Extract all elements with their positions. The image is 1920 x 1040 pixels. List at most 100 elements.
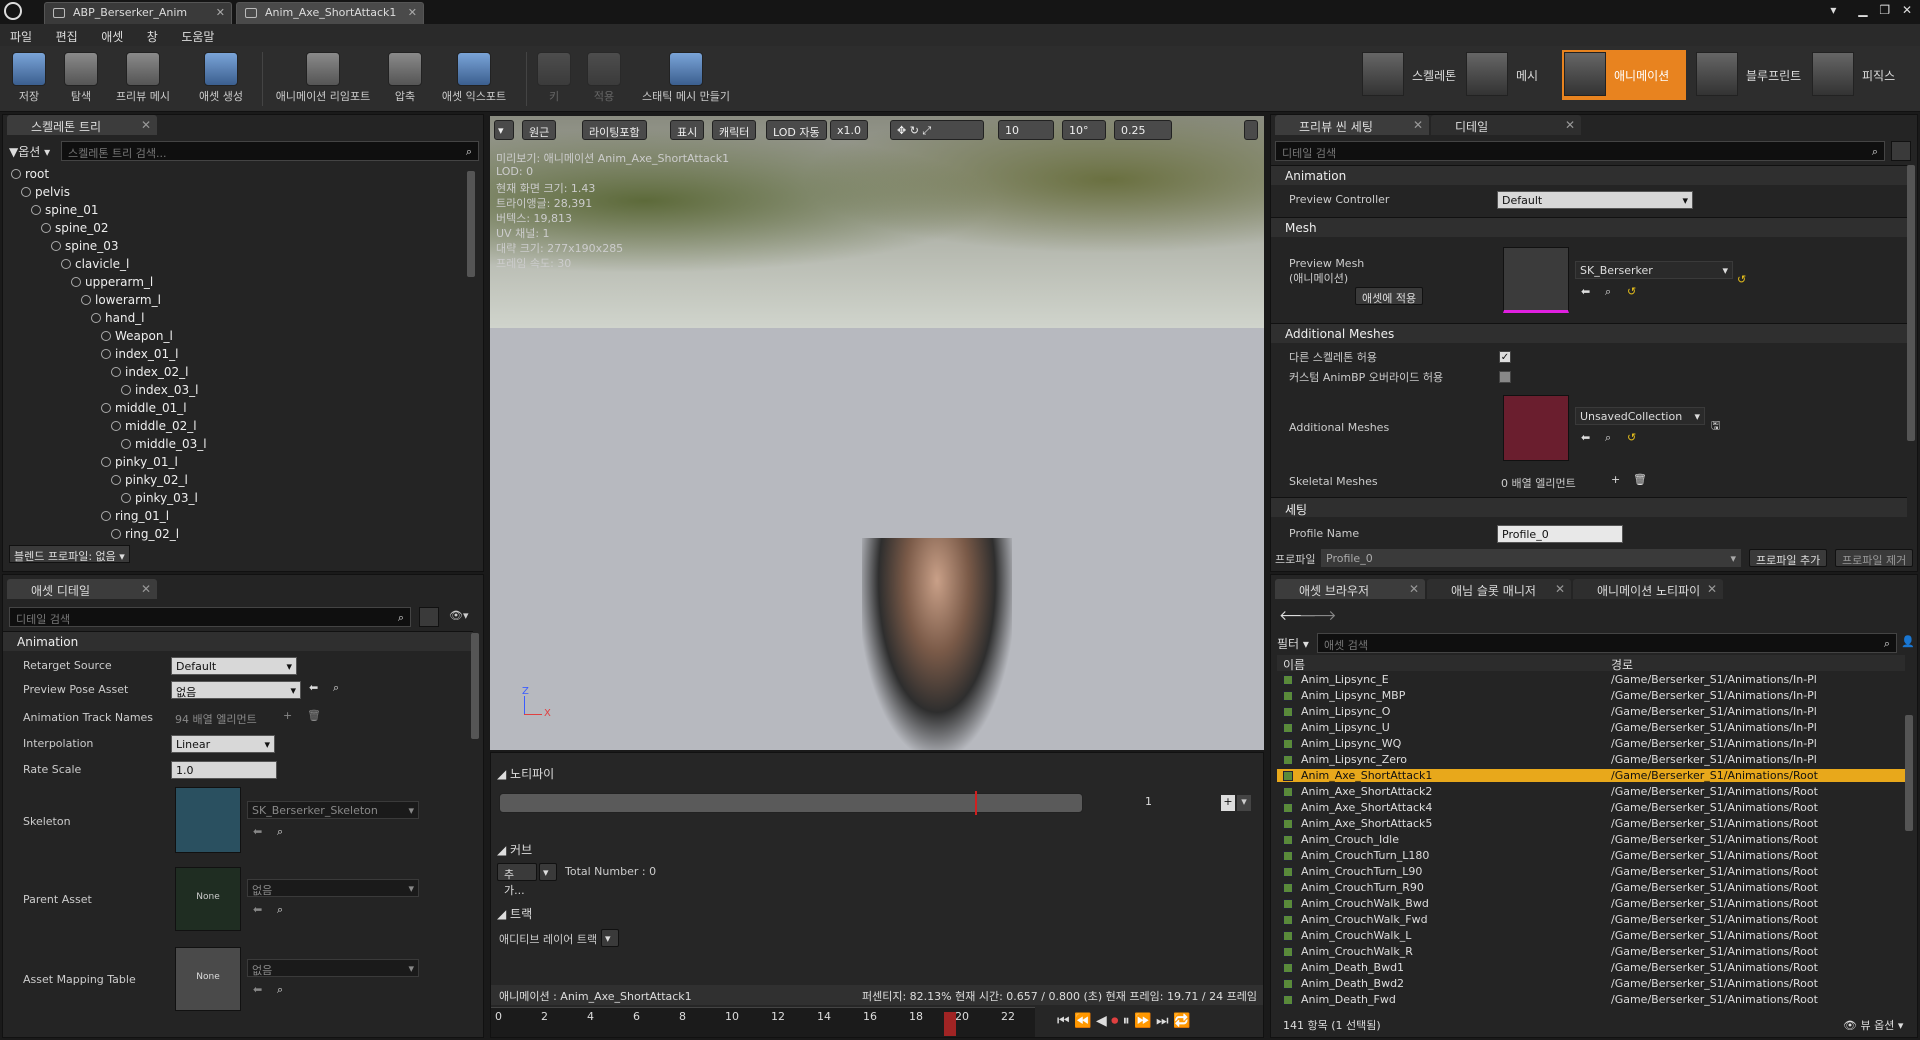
asset-list-row[interactable]: Anim_Crouch_Idle/Game/Berserker_S1/Anima… (1277, 833, 1905, 846)
profile-name-input[interactable]: Profile_0 (1497, 525, 1623, 543)
close-icon[interactable]: ✕ (141, 582, 151, 596)
apply-to-asset-button[interactable]: 애셋에 적용 (1355, 287, 1424, 305)
preview-details-search[interactable]: 디테일 검색 ⌕ (1275, 141, 1885, 161)
browse-magnifier-icon[interactable]: ⌕ (277, 983, 283, 997)
timeline-scrubber[interactable]: 0 2 4 6 8 10 12 14 16 18 20 22 (491, 1007, 1035, 1037)
minimize-icon[interactable]: ▁ (1858, 3, 1867, 17)
play-reverse-icon[interactable]: ◀ (1096, 1013, 1107, 1029)
close-icon[interactable]: ✕ (1565, 118, 1575, 132)
create-asset-button[interactable]: 애셋 생성 (190, 52, 252, 108)
close-window-icon[interactable]: ✕ (1902, 3, 1912, 17)
profile-dropdown[interactable]: Profile_0 ▾ (1321, 549, 1741, 567)
preview-pose-dropdown[interactable]: 없음 ▾ (171, 681, 301, 699)
tab-anim-slot-manager[interactable]: 애님 슬롯 매니저 ✕ (1427, 579, 1571, 599)
menu-help[interactable]: 도움말 (171, 24, 224, 45)
step-back-icon[interactable]: ⏪ (1074, 1013, 1091, 1029)
tab-skeleton-tree[interactable]: 스켈레톤 트리 ✕ (7, 115, 157, 135)
save-button[interactable]: 저장 (8, 52, 50, 108)
mapping-table-dropdown[interactable]: 없음 ▾ (247, 959, 419, 977)
use-selected-arrow-icon[interactable]: ⬅ (309, 681, 318, 694)
menu-file[interactable]: 파일 (0, 24, 42, 45)
add-element-icon[interactable]: + (283, 709, 292, 722)
section-animation[interactable]: Animation (3, 631, 473, 651)
bone-item[interactable]: pinky_01_l (101, 455, 178, 471)
bone-item[interactable]: Weapon_l (101, 329, 173, 345)
use-selected-arrow-icon[interactable]: ⬅ (253, 903, 262, 916)
mode-skeleton[interactable]: 스켈레톤 (1360, 50, 1464, 100)
tab-preview-scene-settings[interactable]: 프리뷰 씬 세팅 ✕ (1275, 115, 1429, 135)
apply-button[interactable]: 적용 (584, 52, 624, 108)
bone-item[interactable]: ring_01_l (101, 509, 169, 525)
asset-list-row[interactable]: Anim_Axe_ShortAttack4/Game/Berserker_S1/… (1277, 801, 1905, 814)
jump-to-start-icon[interactable]: ⏮ (1057, 1013, 1070, 1029)
bone-item[interactable]: spine_01 (31, 203, 98, 219)
bone-item[interactable]: index_02_l (111, 365, 188, 381)
browse-magnifier-icon[interactable]: ⌕ (277, 825, 283, 839)
asset-search-input[interactable]: 애셋 검색 ⌕ (1317, 633, 1897, 653)
browse-magnifier-icon[interactable]: ⌕ (277, 903, 283, 917)
add-element-icon[interactable]: + (1611, 473, 1620, 486)
close-icon[interactable]: ✕ (1707, 582, 1717, 596)
browse-magnifier-icon[interactable]: ⌕ (1605, 285, 1611, 299)
bone-item[interactable]: clavicle_l (61, 257, 129, 273)
bone-item[interactable]: root (11, 167, 49, 183)
tab-asset-browser[interactable]: 애셋 브라우저 ✕ (1275, 579, 1425, 599)
skeleton-search-input[interactable]: 스켈레톤 트리 검색... ⌕ (61, 141, 479, 161)
timeline-playhead[interactable] (944, 1012, 957, 1036)
menu-asset[interactable]: 애셋 (91, 24, 133, 45)
mapping-table-thumbnail[interactable]: None (175, 947, 241, 1011)
tab-details[interactable]: 디테일 ✕ (1431, 115, 1581, 135)
use-selected-arrow-icon[interactable]: ⬅ (1581, 285, 1590, 298)
show-button[interactable]: 표시 (670, 120, 705, 140)
close-icon[interactable]: ✕ (408, 6, 417, 19)
retarget-source-dropdown[interactable]: Default ▾ (171, 657, 297, 675)
close-icon[interactable]: ✕ (141, 118, 151, 132)
bone-item[interactable]: hand_l (91, 311, 145, 327)
loop-icon[interactable]: 🔁 (1173, 1013, 1190, 1029)
table-view-icon[interactable] (1891, 141, 1911, 161)
reimport-button[interactable]: 애니메이션 리임포트 (268, 52, 378, 108)
bone-item[interactable]: middle_01_l (101, 401, 187, 417)
menu-edit[interactable]: 편집 (46, 24, 88, 45)
notify-track-dropdown[interactable]: ▾ (1237, 795, 1251, 811)
mode-physics[interactable]: 피직스 (1810, 50, 1918, 100)
column-path[interactable]: 경로 (1611, 656, 1633, 673)
compress-button[interactable]: 압축 (382, 52, 428, 108)
bone-item[interactable]: spine_03 (51, 239, 118, 255)
interpolation-dropdown[interactable]: Linear ▾ (171, 735, 275, 753)
parent-asset-dropdown[interactable]: 없음 ▾ (247, 879, 419, 897)
allow-different-skeleton-checkbox[interactable]: ✓ (1499, 351, 1511, 363)
scale-snap-button[interactable]: 0.25 (1114, 120, 1172, 140)
maximize-icon[interactable]: ❐ (1879, 3, 1890, 17)
additional-meshes-dropdown[interactable]: UnsavedCollection ▾ (1575, 407, 1705, 425)
eye-icon[interactable]: 👁▾ (449, 609, 469, 622)
asset-list-row[interactable]: Anim_Lipsync_E/Game/Berserker_S1/Animati… (1277, 673, 1905, 686)
trash-icon[interactable]: 🗑 (307, 709, 321, 722)
skeleton-thumbnail[interactable] (175, 787, 241, 853)
skeleton-dropdown[interactable]: SK_Berserker_Skeleton ▾ (247, 801, 419, 819)
add-profile-button[interactable]: 프로파일 추가 (1749, 549, 1828, 567)
column-name[interactable]: 이름 (1283, 656, 1305, 673)
bone-item[interactable]: spine_02 (41, 221, 108, 237)
rate-scale-input[interactable]: 1.0 (171, 761, 277, 779)
viewport-options-button[interactable]: ▾ (494, 120, 514, 140)
menu-window[interactable]: 창 (137, 24, 168, 45)
blend-profile-dropdown[interactable]: 블렌드 프로파일: 없음 ▾ (9, 545, 130, 563)
export-asset-button[interactable]: 애셋 익스포트 (434, 52, 514, 108)
rotation-snap-button[interactable]: 10° (1062, 120, 1106, 140)
preview-mesh-dropdown[interactable]: SK_Berserker ▾ (1575, 261, 1733, 279)
asset-list-row[interactable]: Anim_Lipsync_WQ/Game/Berserker_S1/Animat… (1277, 737, 1905, 750)
parent-asset-thumbnail[interactable]: None (175, 867, 241, 931)
vertical-scrollbar[interactable] (471, 633, 479, 739)
character-button[interactable]: 캐릭터 (712, 120, 757, 140)
asset-list-row[interactable]: Anim_Death_Bwd2/Game/Berserker_S1/Animat… (1277, 977, 1905, 990)
preview-mesh-button[interactable]: 프리뷰 메시 (110, 52, 176, 108)
record-icon[interactable]: ⏺ (1111, 1013, 1118, 1029)
bone-item[interactable]: index_01_l (101, 347, 178, 363)
reset-arrow-icon[interactable]: ↺ (1627, 285, 1636, 298)
remove-profile-button[interactable]: 프로파일 제거 (1835, 549, 1914, 567)
asset-list-row[interactable]: Anim_CrouchTurn_L90/Game/Berserker_S1/An… (1277, 865, 1905, 878)
reset-arrow-icon[interactable]: ↺ (1627, 431, 1636, 444)
tracks-section-header[interactable]: ◢ 트랙 (497, 905, 532, 922)
close-icon[interactable]: ✕ (1555, 582, 1565, 596)
